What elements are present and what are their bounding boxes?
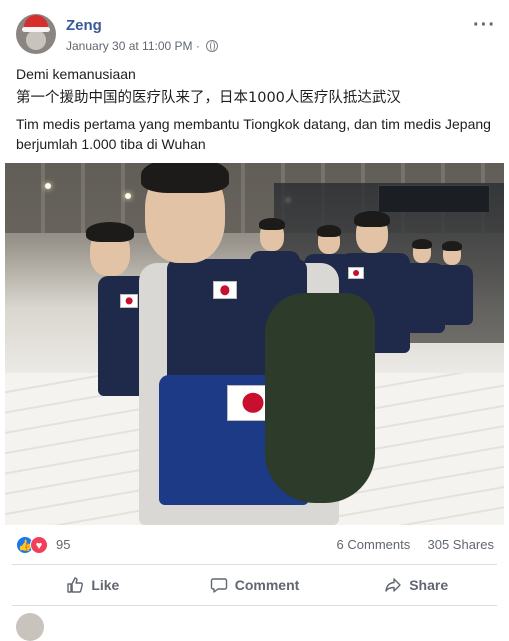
reactions-summary[interactable]: 👍 ♥: [16, 536, 52, 554]
post-timestamp[interactable]: January 30 at 11:00 PM: [66, 39, 193, 53]
divider: [12, 605, 497, 606]
post-text-line-2: 第一个援助中国的医疗队来了，日本1000人医疗队抵达武汉: [16, 90, 401, 106]
comment-label: Comment: [234, 577, 300, 593]
globe-icon[interactable]: [206, 40, 219, 52]
like-button[interactable]: Like: [12, 567, 174, 603]
engagement-counts: 6 Comments 305 Shares: [337, 537, 494, 552]
post-meta: January 30 at 11:00 PM ·: [66, 39, 219, 53]
post-text: Demi kemanusiaan 第一个援助中国的医疗队来了，日本1000人医疗…: [16, 64, 496, 154]
post-photo[interactable]: [5, 163, 504, 525]
reactions-count[interactable]: 95: [56, 537, 70, 552]
comment-button[interactable]: Comment: [174, 567, 336, 603]
share-button[interactable]: Share: [335, 567, 497, 603]
author-avatar[interactable]: [16, 14, 56, 54]
photo-foreground-person: [115, 163, 375, 525]
like-label: Like: [91, 577, 120, 593]
meta-separator: ·: [195, 39, 200, 53]
commenter-avatar[interactable]: [16, 613, 44, 641]
photo-airport-sign: [378, 185, 490, 213]
love-reaction-icon: ♥: [30, 536, 48, 554]
more-options-button[interactable]: ···: [473, 14, 496, 37]
divider: [12, 564, 497, 565]
post-stats: 👍 ♥ 95 6 Comments 305 Shares: [16, 534, 494, 556]
facebook-post: Zeng January 30 at 11:00 PM · ··· Demi k…: [0, 0, 509, 641]
post-text-line-1: Demi kemanusiaan: [16, 66, 136, 82]
author-name[interactable]: Zeng: [66, 17, 102, 34]
shares-count[interactable]: 305 Shares: [428, 537, 495, 552]
comments-count[interactable]: 6 Comments: [337, 537, 411, 552]
thumbs-up-icon: [67, 577, 84, 593]
post-text-line-3: Tim medis pertama yang membantu Tiongkok…: [16, 116, 491, 152]
santa-hat-icon: [22, 15, 50, 32]
post-header: Zeng January 30 at 11:00 PM · ···: [16, 14, 496, 58]
comment-icon: [210, 578, 227, 593]
share-arrow-icon: [385, 578, 401, 592]
share-label: Share: [409, 577, 449, 593]
ceiling-light: [45, 183, 51, 189]
action-bar: Like Comment Share: [12, 567, 497, 603]
